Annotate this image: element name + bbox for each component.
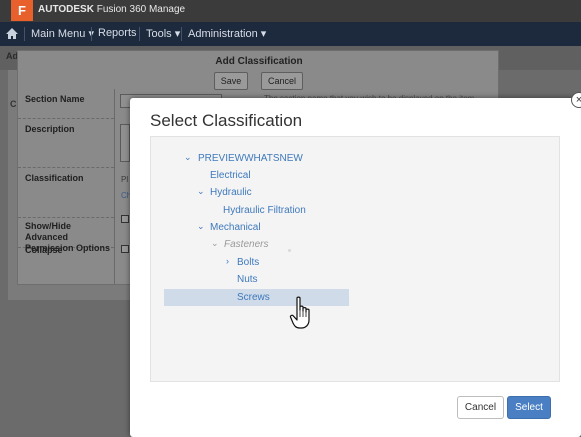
select-button[interactable]: Select [507,396,551,419]
save-button[interactable]: Save [214,72,248,90]
home-icon[interactable] [5,27,19,40]
tree-node-fasteners[interactable]: Fasteners [224,239,268,250]
brand-title: AUTODESK Fusion 360 Manage [38,4,186,15]
select-classification-dialog: Select Classification × ⌄ PREVIEWWHATSNE… [130,92,581,437]
nav-divider [91,27,92,41]
description-label: Description [25,124,75,134]
nav-reports[interactable]: Reports [98,27,137,39]
classification-tree: ⌄ PREVIEWWHATSNEW Electrical ⌄ Hydraulic… [150,136,560,382]
dialog-title: Select Classification [150,111,303,130]
form-row-collapse: Collapse [18,245,114,268]
loading-dot [288,249,291,252]
cancel-button[interactable]: Cancel [261,72,303,90]
chevron-down-icon[interactable]: ⌄ [184,152,192,163]
chevron-down-icon[interactable]: ⌄ [211,238,219,249]
tree-node-hydraulic-filtration[interactable]: Hydraulic Filtration [223,205,306,216]
nav-divider [181,27,182,41]
nav-main-menu[interactable]: Main Menu ▾ [31,27,94,40]
form-row-classification: Classification [18,168,114,218]
tree-node-hydraulic[interactable]: Hydraulic [210,187,252,198]
tree-node-electrical[interactable]: Electrical [210,170,251,181]
collapse-label: Collapse [25,245,63,255]
section-name-label: Section Name [25,94,85,104]
form-row-description: Description [18,119,114,168]
tree-node-nuts[interactable]: Nuts [237,274,258,285]
nav-tools[interactable]: Tools ▾ [146,27,180,40]
permission-options-checkbox[interactable] [121,215,129,223]
description-input[interactable] [120,124,130,162]
chevron-down-icon[interactable]: ⌄ [197,186,205,197]
tree-node-bolts[interactable]: Bolts [237,257,259,268]
form-row-section-name: Section Name [18,89,114,119]
chevron-down-icon[interactable]: ⌄ [197,221,205,232]
chevron-right-icon[interactable]: › [226,256,229,266]
brand-bar: F AUTODESK Fusion 360 Manage [0,0,581,22]
add-dialog-title: Add Classification [215,56,303,67]
form-row-permissions: Show/Hide Advanced Permission Options [18,218,114,253]
close-icon[interactable]: × [571,92,581,108]
tree-node-mechanical[interactable]: Mechanical [210,222,261,233]
hand-cursor-icon [289,296,310,329]
fusion-logo-icon: F [11,0,33,21]
classification-value-fragment: Pl [121,175,129,184]
nav-administration[interactable]: Administration ▾ [188,27,266,40]
nav-divider [24,27,25,41]
form-divider [114,89,115,284]
page-label-fragment: C [10,99,17,109]
collapse-checkbox[interactable] [121,245,129,253]
classification-label: Classification [25,173,84,183]
main-nav: Main Menu ▾ Reports Tools ▾ Administrati… [0,22,581,46]
cancel-button[interactable]: Cancel [457,396,504,419]
tree-node-previewwhatsnew[interactable]: PREVIEWWHATSNEW [198,153,303,164]
nav-divider [139,27,140,41]
tree-node-screws[interactable]: Screws [237,292,270,303]
